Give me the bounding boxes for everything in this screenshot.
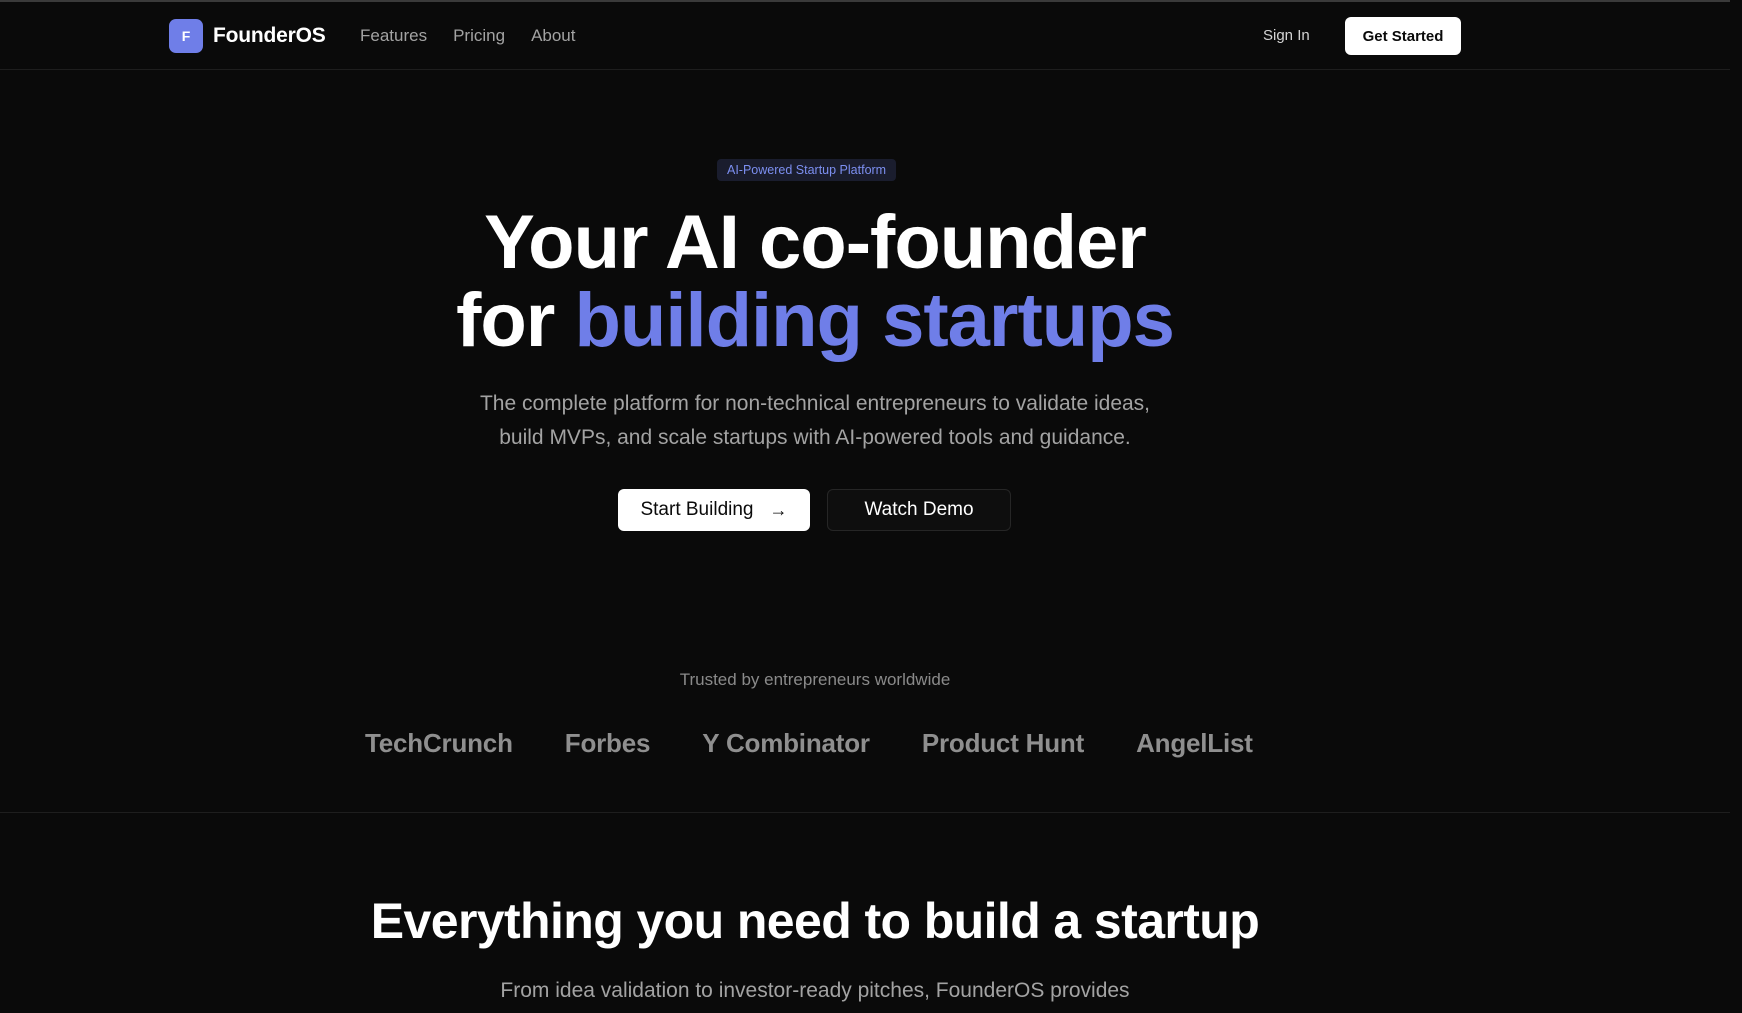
features-title: Everything you need to build a startup — [370, 893, 1260, 949]
nav-link-features[interactable]: Features — [360, 26, 427, 46]
features-subtitle: From idea validation to investor-ready p… — [500, 979, 1130, 1002]
brand-logo-link[interactable]: F FounderOS — [169, 19, 326, 53]
logo-angellist: AngelList — [1136, 728, 1253, 758]
start-building-button[interactable]: Start Building → — [618, 489, 810, 531]
nav-links: Features Pricing About — [360, 26, 576, 46]
page-scrollbar[interactable] — [1730, 0, 1742, 1013]
arrow-right-icon: → — [769, 499, 788, 520]
sign-in-link[interactable]: Sign In — [1263, 27, 1310, 44]
hero-subtitle-line1: The complete platform for non-technical … — [479, 392, 1151, 415]
brand-name: FounderOS — [213, 24, 326, 47]
hero-title-line1: Your AI co-founder — [484, 200, 1147, 285]
hero-title-line2-plain: for — [456, 278, 575, 363]
logo-forbes: Forbes — [564, 728, 651, 758]
hero-cta-row: Start Building → Watch Demo — [618, 489, 1011, 531]
trusted-label: Trusted by entrepreneurs worldwide — [679, 670, 951, 689]
hero-subtitle-line2: build MVPs, and scale startups with AI-p… — [499, 426, 1131, 449]
logo-product-hunt: Product Hunt — [921, 728, 1085, 758]
top-navbar: F FounderOS Features Pricing About Sign … — [0, 2, 1742, 70]
hero-badge: AI-Powered Startup Platform — [717, 159, 897, 181]
logo-y-combinator: Y Combinator — [702, 728, 870, 758]
nav-link-about[interactable]: About — [531, 26, 575, 46]
watch-demo-button[interactable]: Watch Demo — [827, 489, 1011, 531]
section-divider — [0, 812, 1742, 813]
hero-title-accent: building startups — [574, 278, 1175, 363]
get-started-button[interactable]: Get Started — [1345, 17, 1461, 55]
nav-link-pricing[interactable]: Pricing — [453, 26, 505, 46]
start-building-label: Start Building — [640, 499, 754, 520]
hero-subtitle: The complete platform for non-technical … — [0, 387, 1630, 455]
logo-techcrunch: TechCrunch — [365, 728, 513, 758]
logo-icon: F — [169, 19, 203, 53]
partner-logos: TechCrunch Forbes Y Combinator Product H… — [365, 728, 1253, 759]
hero-title: Your AI co-founder for building startups — [0, 204, 1630, 360]
